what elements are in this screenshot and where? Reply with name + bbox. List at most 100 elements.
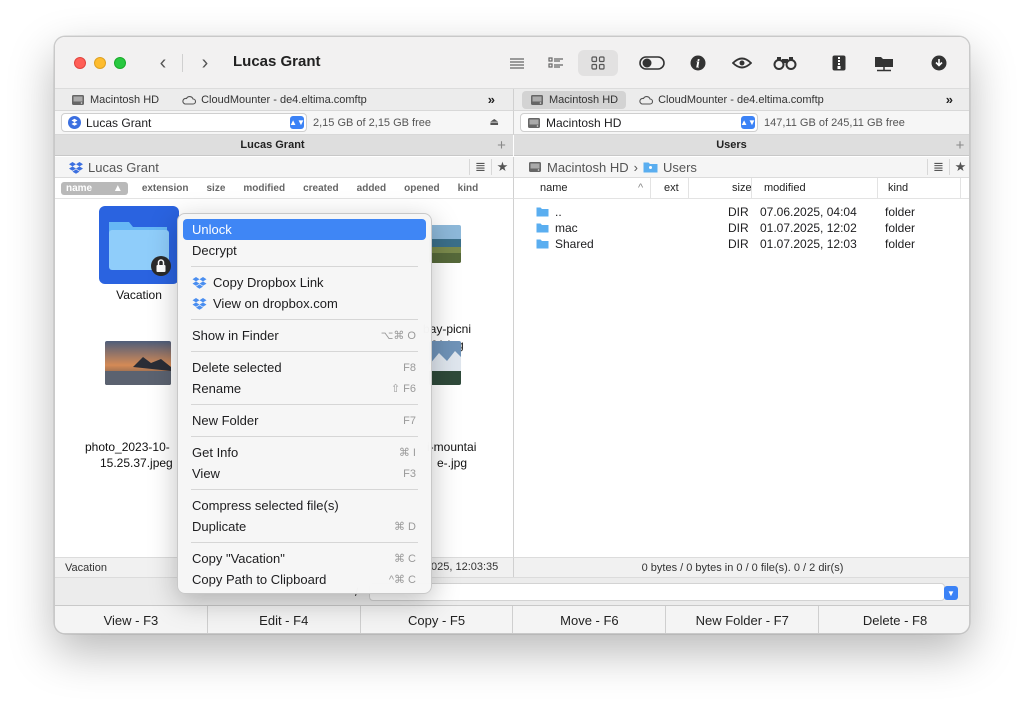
col-opened[interactable]: opened	[404, 183, 440, 194]
move-f6-button[interactable]: Move - F6	[513, 606, 667, 633]
menu-item-view[interactable]: View F3	[183, 463, 426, 484]
file-label: Vacation	[116, 288, 162, 302]
stepper-icon: ▲▼	[740, 116, 756, 129]
list-icon[interactable]: ≣	[927, 159, 949, 175]
left-panel-header[interactable]: Lucas Grant	[55, 135, 490, 156]
sort-caret-icon: ^	[638, 182, 644, 194]
back-button[interactable]: ‹	[151, 51, 175, 75]
hard-drive-icon	[531, 94, 543, 105]
delete-f8-button[interactable]: Delete - F8	[819, 606, 969, 633]
menu-item-delete-selected[interactable]: Delete selected F8	[183, 357, 426, 378]
menu-item-duplicate[interactable]: Duplicate ⌘ D	[183, 516, 426, 537]
table-row[interactable]: Shared DIR 01.07.2025, 12:03 folder	[514, 236, 969, 252]
grid-view-button[interactable]	[578, 50, 618, 76]
toggle-button[interactable]	[639, 50, 665, 76]
col-extension[interactable]: extension	[142, 183, 189, 194]
list-view-button[interactable]	[504, 50, 530, 76]
menu-item-unlock[interactable]: Unlock	[183, 219, 426, 240]
zoom-window-button[interactable]	[114, 57, 126, 69]
col-modified[interactable]: modified	[764, 182, 806, 194]
menu-item-copy-dropbox-link[interactable]: Copy Dropbox Link	[183, 272, 426, 293]
command-history-dropdown[interactable]: ▼	[944, 586, 958, 600]
col-kind[interactable]: kind	[888, 182, 908, 194]
network-folder-button[interactable]	[871, 50, 897, 76]
col-size[interactable]: size	[732, 182, 752, 194]
image-thumbnail[interactable]	[429, 341, 461, 385]
file-label: i-mountai	[427, 440, 477, 454]
table-row[interactable]: mac DIR 01.07.2025, 12:02 folder	[514, 220, 969, 236]
stepper-icon: ▲▼	[289, 116, 305, 129]
star-icon[interactable]: ★	[949, 159, 969, 175]
right-drive-row: Macintosh HD ▲▼ 147,11 GB of 245,11 GB f…	[513, 111, 969, 135]
shortcut: ⌘ D	[394, 521, 416, 533]
left-location-macintosh-hd[interactable]: Macintosh HD	[63, 91, 167, 109]
star-icon[interactable]: ★	[491, 159, 513, 175]
left-add-tab-button[interactable]: +	[490, 135, 513, 156]
left-drive-select[interactable]: Lucas Grant ▲▼	[61, 113, 307, 132]
path-segment[interactable]: Users	[663, 160, 697, 175]
window-title: Lucas Grant	[233, 53, 321, 70]
col-size[interactable]: size	[207, 183, 226, 194]
row-modified: 07.06.2025, 04:04	[760, 205, 857, 219]
row-size: DIR	[728, 205, 749, 219]
command-input[interactable]	[369, 583, 945, 601]
location-label: CloudMounter - de4.eltima.comftp	[201, 93, 367, 106]
archive-button[interactable]	[826, 50, 852, 76]
menu-item-new-folder[interactable]: New Folder F7	[183, 410, 426, 431]
right-file-list[interactable]: .. DIR 07.06.2025, 04:04 folder mac DIR …	[513, 199, 969, 557]
search-button[interactable]	[772, 50, 798, 76]
preview-button[interactable]	[729, 50, 755, 76]
right-panel-header[interactable]: Users	[514, 135, 949, 156]
table-row[interactable]: .. DIR 07.06.2025, 04:04 folder	[514, 204, 969, 220]
forward-button[interactable]: ›	[193, 51, 217, 75]
view-f3-button[interactable]: View - F3	[55, 606, 208, 633]
menu-item-get-info[interactable]: Get Info ⌘ I	[183, 442, 426, 463]
right-add-tab-button[interactable]: +	[949, 135, 969, 156]
row-name: ..	[555, 205, 562, 219]
menu-item-copy-path[interactable]: Copy Path to Clipboard ^⌘ C	[183, 569, 426, 590]
right-drive-select[interactable]: Macintosh HD ▲▼	[520, 113, 758, 132]
new-folder-f7-button[interactable]: New Folder - F7	[666, 606, 820, 633]
path-segment[interactable]: Macintosh HD	[547, 160, 629, 175]
dropbox-icon	[192, 276, 207, 289]
right-location-macintosh-hd[interactable]: Macintosh HD	[522, 90, 627, 109]
image-thumbnail[interactable]	[429, 225, 461, 263]
menu-item-compress[interactable]: Compress selected file(s)	[183, 495, 426, 516]
users-folder-icon	[643, 162, 658, 173]
details-view-button[interactable]	[543, 50, 569, 76]
close-window-button[interactable]	[74, 57, 86, 69]
list-icon[interactable]: ≣	[469, 159, 491, 175]
eject-icon[interactable]: ⏏	[490, 117, 499, 128]
col-kind[interactable]: kind	[458, 183, 479, 194]
svg-text:i: i	[696, 58, 700, 71]
right-more-locations-button[interactable]: »	[946, 92, 969, 107]
info-button[interactable]: i	[685, 50, 711, 76]
path-segment[interactable]: Lucas Grant	[88, 160, 159, 175]
menu-item-copy-vacation[interactable]: Copy "Vacation" ⌘ C	[183, 548, 426, 569]
image-thumbnail[interactable]	[105, 341, 171, 385]
minimize-window-button[interactable]	[94, 57, 106, 69]
edit-f4-button[interactable]: Edit - F4	[208, 606, 361, 633]
vacation-folder-tile[interactable]	[99, 206, 179, 284]
menu-item-decrypt[interactable]: Decrypt	[183, 240, 426, 261]
hard-drive-icon	[528, 117, 540, 128]
left-location-cloudmounter[interactable]: CloudMounter - de4.eltima.comftp	[173, 91, 375, 109]
col-ext[interactable]: ext	[664, 182, 679, 194]
left-more-locations-button[interactable]: »	[488, 92, 513, 107]
menu-item-view-on-dropbox[interactable]: View on dropbox.com	[183, 293, 426, 314]
right-location-cloudmounter[interactable]: CloudMounter - de4.eltima.comftp	[630, 91, 832, 109]
download-button[interactable]	[926, 50, 952, 76]
col-modified[interactable]: modified	[243, 183, 285, 194]
right-free-space: 147,11 GB of 245,11 GB free	[764, 116, 905, 129]
shortcut: ⌥⌘ O	[380, 330, 416, 342]
list-view-icon	[510, 58, 524, 69]
col-name[interactable]: name	[540, 182, 568, 194]
menu-item-show-in-finder[interactable]: Show in Finder ⌥⌘ O	[183, 325, 426, 346]
copy-f5-button[interactable]: Copy - F5	[361, 606, 514, 633]
col-added[interactable]: added	[357, 183, 386, 194]
col-created[interactable]: created	[303, 183, 339, 194]
row-name: mac	[555, 221, 578, 235]
shortcut: ⌘ I	[398, 447, 416, 459]
col-name[interactable]: name ▲	[61, 181, 128, 195]
menu-item-rename[interactable]: Rename ⇧ F6	[183, 378, 426, 399]
